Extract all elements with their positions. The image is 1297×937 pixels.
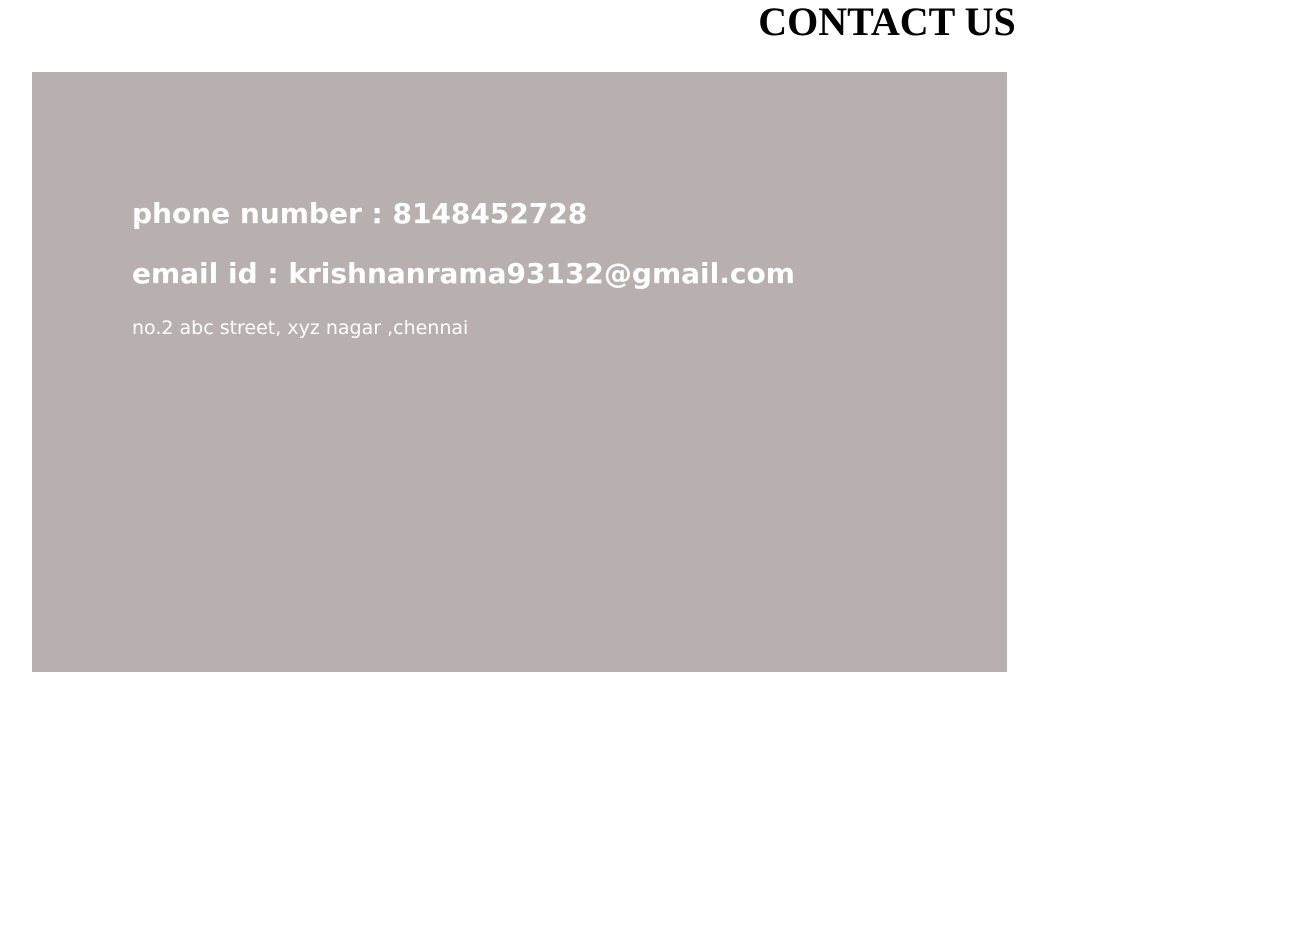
email-id-text: email id : krishnanrama93132@gmail.com [132, 257, 795, 290]
contact-card: phone number : 8148452728 email id : kri… [32, 72, 1007, 672]
phone-number-text: phone number : 8148452728 [132, 197, 588, 230]
page-title: CONTACT US [758, 0, 1016, 44]
contact-page: CONTACT US phone number : 8148452728 ema… [0, 0, 1297, 937]
address-text: no.2 abc street, xyz nagar ,chennai [132, 317, 469, 339]
